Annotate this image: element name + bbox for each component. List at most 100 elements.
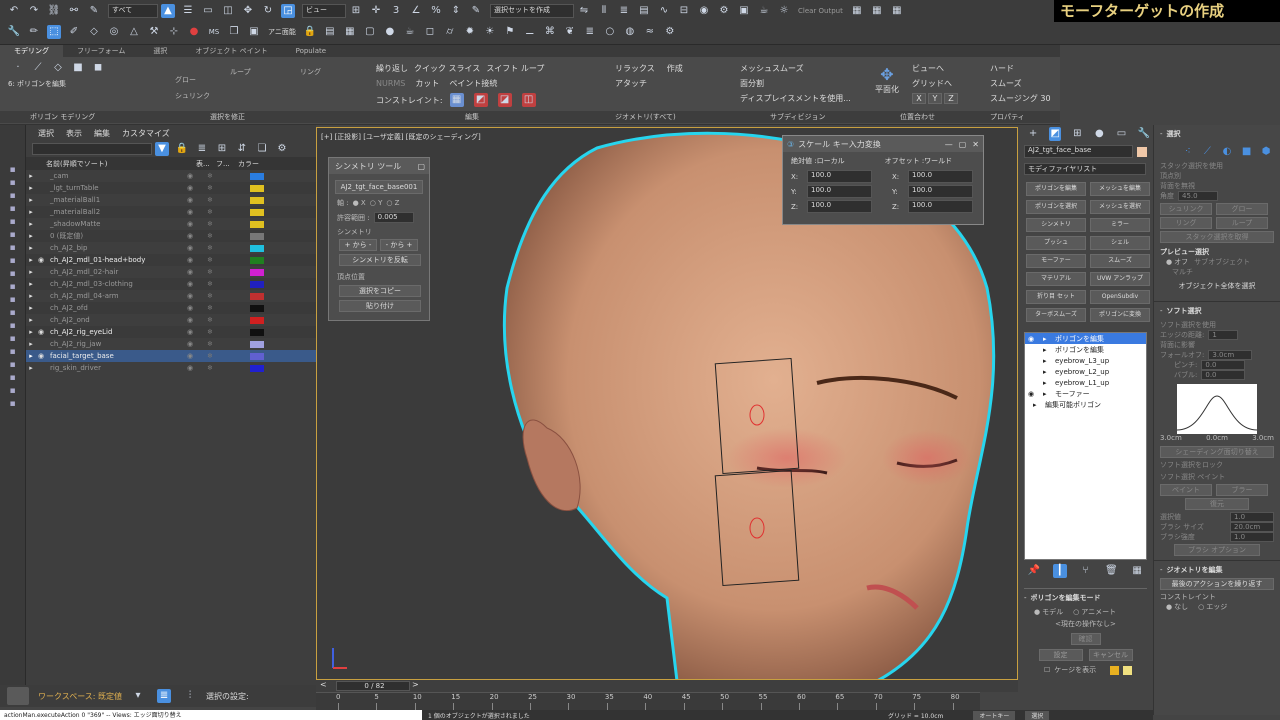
minimize-icon[interactable]: — (945, 140, 953, 149)
use-stack-option[interactable]: スタック選択を使用 (1160, 161, 1274, 171)
loop-button[interactable]: ループ (1216, 217, 1268, 229)
hidden-filter-icon[interactable]: ▪ (6, 347, 20, 357)
grid-icon[interactable]: ▦ (343, 25, 357, 39)
freeze-toggle-icon[interactable]: ❄ (200, 328, 220, 336)
poly-mode-icon[interactable]: ■ (71, 61, 85, 75)
window-icon[interactable]: ▤ (323, 25, 337, 39)
explorer-row[interactable]: ▸ 0 (既定値) ◉ ❄ (26, 230, 316, 242)
use-soft-option[interactable]: ソフト選択を使用 (1160, 320, 1274, 330)
modifier-list-dropdown[interactable]: モディファイヤリスト (1024, 163, 1146, 175)
axis-x-radio[interactable]: ● X (353, 199, 366, 207)
modifier-stack-item[interactable]: ▸ eyebrow_L3_up (1025, 355, 1146, 366)
color-swatch[interactable] (250, 172, 264, 180)
modifier-set-button[interactable]: ポリゴンを選択 (1026, 200, 1086, 214)
tolerance-field[interactable]: 0.005 (373, 212, 414, 223)
relax-button[interactable]: リラックス (615, 63, 655, 74)
mirror-icon[interactable]: ⇋ (577, 4, 591, 18)
lock-filter-icon[interactable]: 🔒 (175, 142, 189, 156)
stack-arrow-icon[interactable]: ▸ (1033, 401, 1041, 409)
rect-selection-icon[interactable]: ▭ (201, 4, 215, 18)
activeshade-icon[interactable]: ☼ (777, 4, 791, 18)
modifier-set-button[interactable]: ミラー (1090, 218, 1150, 232)
sun-icon[interactable]: ☀ (483, 25, 497, 39)
system-filter-icon[interactable]: ▪ (6, 243, 20, 253)
revert-button[interactable]: 復元 (1185, 498, 1249, 510)
expand-arrow-icon[interactable]: ▸ (26, 292, 36, 300)
grow-button[interactable]: グロー (175, 75, 196, 85)
offset-spinner[interactable]: 100.0 (908, 200, 973, 213)
hard-button[interactable]: ハード (990, 63, 1060, 74)
show-cage-checkbox[interactable]: ☐ (1044, 666, 1050, 674)
cage-color-2[interactable] (1123, 665, 1133, 675)
selection-filter-dropdown[interactable]: すべて (108, 4, 158, 18)
to-view-button[interactable]: ビューへ (912, 63, 982, 74)
name-column-header[interactable]: 名前(昇順でソート) (46, 159, 196, 169)
bone-filter-icon[interactable]: ▪ (6, 256, 20, 266)
object-color-swatch[interactable] (1137, 146, 1147, 157)
freeze-toggle-icon[interactable]: ❄ (200, 352, 220, 360)
freeze-column-header[interactable]: フ... (216, 159, 238, 169)
constraint-face-icon[interactable]: ◪ (497, 93, 512, 107)
axis-y-radio[interactable]: ○ Y (370, 199, 383, 207)
stack-eye-icon[interactable]: ◉ (1025, 390, 1037, 398)
flag-icon[interactable]: ⚑ (503, 25, 517, 39)
ribbon-tab[interactable]: 選択 (139, 45, 181, 57)
expand-arrow-icon[interactable]: ▸ (26, 256, 36, 264)
freeze-toggle-icon[interactable]: ❄ (200, 172, 220, 180)
smooth-button[interactable]: スムーズ (990, 78, 1060, 89)
collapse-icon[interactable]: - (1024, 594, 1027, 602)
repeat-last-button[interactable]: 繰り返し (376, 63, 408, 74)
tool-filter-icon[interactable]: ▪ (6, 399, 20, 409)
angle-field[interactable]: 45.0 (1178, 191, 1218, 201)
modifier-stack-item[interactable]: ◉ ▸ ポリゴンを編集 (1025, 333, 1146, 344)
bind-spacewarp-icon[interactable]: ✎ (87, 4, 101, 18)
manipulate-icon[interactable]: ✛ (369, 4, 383, 18)
explorer-row[interactable]: ▸ ch_AJ2_bip ◉ ❄ (26, 242, 316, 254)
explorer-search[interactable] (32, 143, 152, 155)
configure-sets-icon[interactable]: ▦ (1130, 564, 1144, 578)
modifier-set-button[interactable]: マテリアル (1026, 272, 1086, 286)
attach-button[interactable]: アタッチ (615, 78, 725, 89)
track-bar[interactable]: 0 5 10 15 20 25 30 35 40 45 50 55 60 65 70 75 80 (316, 692, 980, 710)
light-icon[interactable]: ✹ (463, 25, 477, 39)
viewport-icon-3[interactable]: ▦ (890, 4, 904, 18)
group-filter-icon[interactable]: ▪ (6, 295, 20, 305)
settings-icon[interactable]: ⚙ (275, 142, 289, 156)
script-icon[interactable]: ❐ (227, 25, 241, 39)
ribbon-tab[interactable]: フリーフォーム (63, 45, 139, 57)
color-swatch[interactable] (250, 220, 264, 228)
modifier-set-button[interactable]: OpenSubdiv (1090, 290, 1150, 304)
absolute-spinner[interactable]: 100.0 (807, 185, 872, 198)
display-toggle-icon[interactable]: ◉ (180, 232, 200, 240)
layers-filter-icon[interactable]: ▪ (6, 178, 20, 188)
modifier-set-button[interactable]: 折り目 セット (1026, 290, 1086, 304)
paint-connect-button[interactable]: ペイント接続 (449, 78, 497, 89)
render-frame-icon[interactable]: ▣ (737, 4, 751, 18)
ribbon-tab[interactable]: モデリング (0, 45, 63, 57)
freeze-toggle-icon[interactable]: ❄ (200, 280, 220, 288)
expand-arrow-icon[interactable]: ▸ (26, 268, 36, 276)
expand-arrow-icon[interactable]: ▸ (26, 364, 36, 372)
settings-button[interactable]: 設定 (1038, 649, 1083, 661)
brush-size-field[interactable]: 20.0cm (1230, 522, 1274, 532)
axis-z-radio[interactable]: ○ Z (386, 199, 399, 207)
soft-collapse-icon[interactable]: - (1160, 307, 1163, 315)
color-column-header[interactable]: カラー (238, 159, 278, 169)
create-button[interactable]: 作成 (667, 63, 683, 74)
show-end-result-icon[interactable]: ┃ (1052, 564, 1067, 578)
modifier-set-button[interactable]: UVW アンラップ (1090, 272, 1150, 286)
display-toggle-icon[interactable]: ◉ (180, 280, 200, 288)
shrink-button[interactable]: シュリンク (175, 91, 210, 101)
filter-icon[interactable]: ▼ (155, 142, 169, 156)
geo-collapse-icon[interactable]: - (1160, 566, 1163, 574)
freeze-toggle-icon[interactable]: ❄ (200, 292, 220, 300)
layers-icon[interactable]: ≣ (583, 25, 597, 39)
shaded-face-button[interactable]: シェーディング面切り替え (1160, 446, 1274, 458)
schematic-icon[interactable]: ⊟ (677, 4, 691, 18)
display-toggle-icon[interactable]: ◉ (180, 220, 200, 228)
space-filter-icon[interactable]: ▪ (6, 230, 20, 240)
explorer-row[interactable]: ▸ ◉ ch_AJ2_rig_eyeLid ◉ ❄ (26, 326, 316, 338)
color-swatch[interactable] (250, 196, 264, 204)
align-x-button[interactable]: X (912, 93, 926, 104)
align-z-button[interactable]: Z (944, 93, 958, 104)
